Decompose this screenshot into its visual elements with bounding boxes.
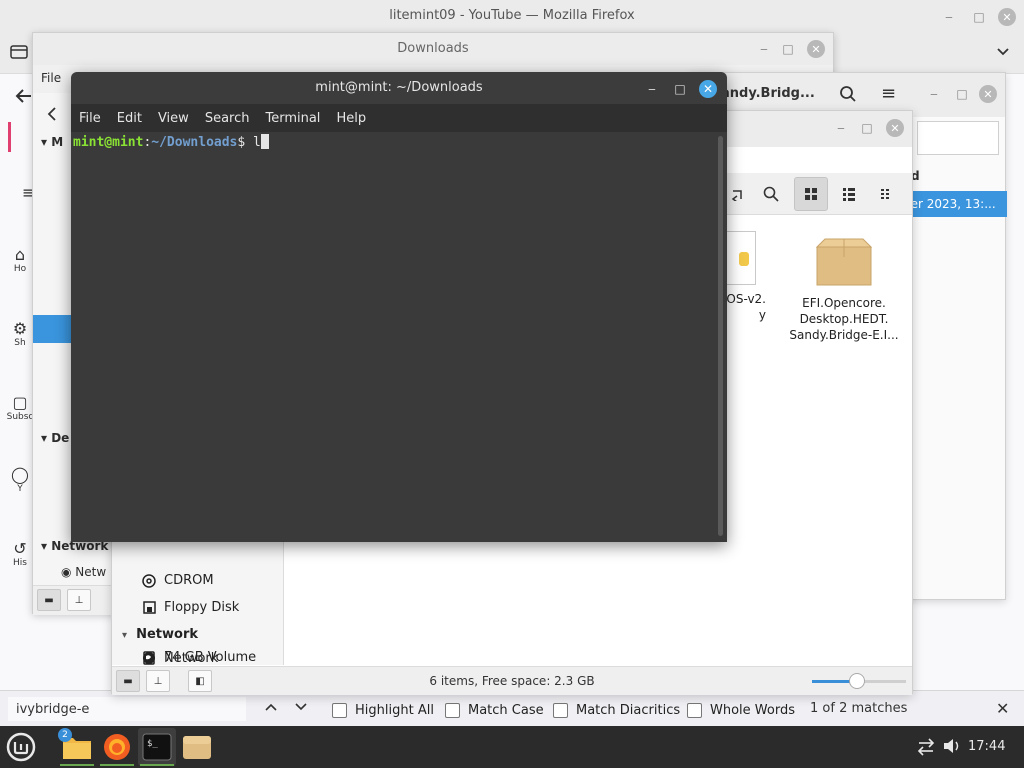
terminal-app-icon[interactable]: $_ (138, 728, 176, 766)
maximize-icon[interactable]: □ (970, 8, 988, 26)
match-case-checkbox[interactable]: Match Case (445, 700, 544, 720)
maximize-icon[interactable]: □ (779, 40, 797, 58)
places-toggle-icon[interactable]: ▬ (37, 589, 61, 611)
close-icon[interactable]: ✕ (998, 8, 1016, 26)
tab-overview-icon[interactable] (10, 44, 28, 60)
disc-icon (142, 573, 156, 588)
minimize-icon[interactable]: ‒ (940, 8, 958, 26)
file-item-efi-opencore[interactable]: EFI.Opencore. Desktop.HEDT. Sandy.Bridge… (784, 237, 904, 343)
close-icon[interactable]: ✕ (886, 119, 904, 137)
zoom-slider[interactable] (812, 673, 906, 689)
path-field[interactable] (917, 121, 999, 155)
close-icon[interactable]: ✕ (979, 85, 997, 103)
maximize-icon[interactable]: □ (671, 80, 689, 98)
window-title: Downloads (33, 33, 833, 65)
back-arrow-icon[interactable] (14, 88, 32, 108)
prompt-path: ~/Downloads (151, 135, 238, 150)
menu-view[interactable]: View (158, 111, 189, 126)
checkbox-box[interactable] (687, 702, 702, 718)
python-file-icon (722, 231, 756, 285)
window-count-badge: 2 (58, 728, 72, 742)
status-text: 6 items, Free space: 2.3 GB (429, 674, 595, 688)
sidebar-item-network[interactable]: Network (112, 649, 284, 667)
whole-words-checkbox[interactable]: Whole Words (687, 700, 795, 720)
active-indicator (100, 764, 134, 766)
active-indicator (140, 764, 174, 766)
checkbox-box[interactable] (332, 702, 347, 718)
svg-text:$_: $_ (147, 739, 158, 749)
hamburger-menu-icon[interactable]: ≡ (881, 85, 896, 103)
close-icon[interactable]: ✕ (807, 40, 825, 58)
menu-edit[interactable]: Edit (117, 111, 142, 126)
find-next-icon[interactable] (290, 697, 312, 719)
terminal-title: mint@mint: ~/Downloads (315, 80, 483, 95)
maximize-icon[interactable]: □ (953, 85, 971, 103)
tree-toggle-icon[interactable]: ⊥ (67, 589, 91, 611)
maximize-icon[interactable]: □ (858, 119, 876, 137)
highlight-all-checkbox[interactable]: Highlight All (332, 700, 434, 720)
firefox-app-icon[interactable] (98, 728, 136, 766)
list-view-icon[interactable] (832, 177, 866, 211)
mint-menu-icon[interactable] (2, 728, 40, 766)
find-matches-count: 1 of 2 matches (810, 701, 908, 716)
compact-view-icon[interactable] (870, 177, 904, 211)
archive-package-icon (815, 237, 873, 287)
minimize-icon[interactable]: ‒ (643, 80, 661, 98)
match-diacritics-checkbox[interactable]: Match Diacritics (553, 700, 680, 720)
chevron-down-icon[interactable]: ▾ (122, 630, 127, 641)
terminal-window[interactable]: mint@mint: ~/Downloads ‒ □ ✕ File Edit V… (71, 72, 727, 542)
volume-icon[interactable] (942, 737, 962, 759)
page-accent (8, 122, 11, 152)
clock[interactable]: 17:44 (968, 739, 1005, 754)
find-input[interactable] (8, 697, 246, 721)
sidebar-item-floppy-disk[interactable]: Floppy Disk (112, 594, 284, 621)
search-icon[interactable] (754, 177, 788, 211)
terminal-output[interactable]: mint@mint:~/Downloads$ l (71, 132, 727, 542)
network-icon[interactable] (916, 738, 936, 760)
statusbar: ▬ ⊥ ◧ 6 items, Free space: 2.3 GB (112, 666, 912, 695)
menu-file[interactable]: File (41, 71, 61, 85)
search-icon[interactable] (839, 85, 857, 107)
window-title: andy.Bridg... (721, 86, 815, 101)
find-previous-icon[interactable] (260, 697, 282, 719)
terminal-menubar: File Edit View Search Terminal Help (71, 104, 727, 132)
menu-file[interactable]: File (79, 111, 101, 126)
checkbox-box[interactable] (553, 702, 568, 718)
files-app-icon[interactable]: 2 (58, 728, 96, 766)
zoom-slider-knob[interactable] (849, 673, 866, 689)
firefox-title: litemint09 - YouTube — Mozilla Firefox (389, 8, 635, 23)
sidebar-item-cdrom[interactable]: CDROM (112, 567, 284, 594)
close-findbar-icon[interactable]: ✕ (996, 699, 1009, 718)
minimize-icon[interactable]: ‒ (925, 85, 943, 103)
menu-help[interactable]: Help (336, 111, 366, 126)
archive-manager-icon[interactable] (178, 728, 216, 766)
checkbox-box[interactable] (445, 702, 460, 718)
typed-command: l (253, 135, 261, 150)
close-icon[interactable]: ✕ (699, 80, 717, 98)
prompt-user: mint@mint (73, 135, 144, 150)
globe-icon (142, 651, 156, 665)
menu-search[interactable]: Search (205, 111, 250, 126)
sidebar-head-devices: ▾ De (41, 431, 70, 445)
minimize-icon[interactable]: ‒ (755, 40, 773, 58)
terminal-scrollbar[interactable] (718, 136, 723, 536)
icon-view-icon[interactable] (794, 177, 828, 211)
taskbar: 2 $_ 17:44 (0, 726, 1024, 768)
sidebar-head-my-computer: ▾ M (41, 135, 64, 149)
prompt-symbol: $ (237, 135, 254, 150)
chevron-down-icon[interactable] (996, 46, 1010, 61)
floppy-icon (142, 601, 156, 615)
sidebar-head-network: ▾ Network (122, 627, 199, 642)
text-cursor (260, 134, 269, 149)
back-arrow-icon[interactable] (47, 107, 57, 125)
minimize-icon[interactable]: ‒ (832, 119, 850, 137)
sidebar-item-network[interactable]: ◉ Netw (61, 565, 106, 579)
active-indicator (60, 764, 94, 766)
menu-terminal[interactable]: Terminal (265, 111, 320, 126)
